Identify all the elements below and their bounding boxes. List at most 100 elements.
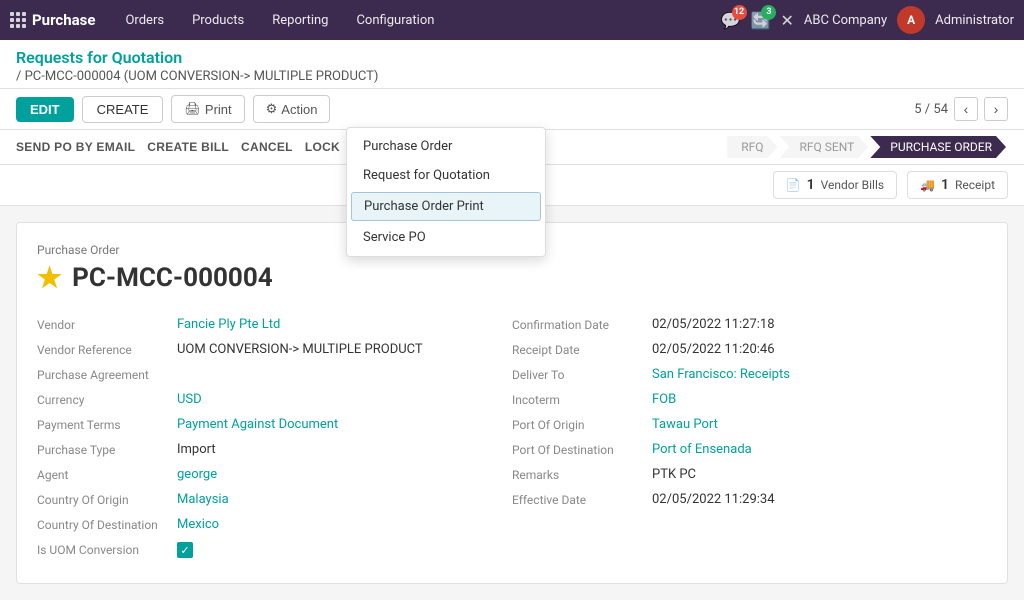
- field-receipt-date: Receipt Date 02/05/2022 11:20:46: [512, 337, 987, 362]
- receipt-button[interactable]: 🚚 1 Receipt: [907, 171, 1008, 199]
- breadcrumb-area: Requests for Quotation / PC-MCC-000004 (…: [0, 40, 1024, 89]
- app-name: Purchase: [32, 11, 95, 29]
- messages-badge: 12: [732, 5, 747, 20]
- close-icon[interactable]: ✕: [780, 11, 793, 30]
- breadcrumb-current: / PC-MCC-000004 (UOM CONVERSION-> MULTIP…: [16, 69, 1008, 84]
- fields-right: Confirmation Date 02/05/2022 11:27:18 Re…: [512, 312, 987, 563]
- edit-button[interactable]: EDIT: [16, 97, 74, 122]
- pagination-prev[interactable]: ‹: [954, 97, 978, 121]
- field-uom-conversion: Is UOM Conversion ✓: [37, 537, 512, 563]
- field-port-destination: Port Of Destination Port of Ensenada: [512, 437, 987, 462]
- action-label: Action: [281, 102, 317, 117]
- star-icon[interactable]: ★: [37, 261, 62, 294]
- field-incoterm: Incoterm FOB: [512, 387, 987, 412]
- avatar[interactable]: A: [897, 6, 925, 34]
- dropdown-purchase-order-print[interactable]: Purchase Order Print: [351, 192, 541, 221]
- messages-icon[interactable]: 💬 12: [721, 11, 741, 30]
- print-button[interactable]: 🖨 Print: [171, 95, 244, 123]
- print-label: Print: [205, 102, 232, 117]
- field-effective-date: Effective Date 02/05/2022 11:29:34: [512, 487, 987, 512]
- vendor-bills-icon: 📄: [786, 178, 801, 192]
- field-confirmation-date: Confirmation Date 02/05/2022 11:27:18: [512, 312, 987, 337]
- uom-conversion-label: Is UOM Conversion: [37, 542, 177, 557]
- print-icon: 🖨: [184, 101, 201, 117]
- receipt-date-label: Receipt Date: [512, 342, 652, 357]
- order-number: PC-MCC-000004: [72, 263, 273, 293]
- status-purchase-order[interactable]: PURCHASE ORDER: [870, 136, 1006, 158]
- country-origin-label: Country Of Origin: [37, 492, 177, 507]
- pagination-text: 5 / 54: [914, 102, 948, 117]
- create-button[interactable]: CREATE: [82, 96, 164, 123]
- field-agent: Agent george: [37, 462, 512, 487]
- field-purchase-type: Purchase Type Import: [37, 437, 512, 462]
- document-card: Purchase Order ★ PC-MCC-000004 Vendor Fa…: [16, 222, 1008, 584]
- main-content: Purchase Order ★ PC-MCC-000004 Vendor Fa…: [0, 206, 1024, 600]
- status-rfq[interactable]: RFQ: [727, 136, 777, 158]
- vendor-bills-label: Vendor Bills: [821, 178, 884, 192]
- top-navigation: Purchase Orders Products Reporting Confi…: [0, 0, 1024, 40]
- currency-value[interactable]: USD: [177, 392, 202, 407]
- deliver-to-value[interactable]: San Francisco: Receipts: [652, 367, 790, 382]
- action-button[interactable]: ⚙ Action: [253, 95, 331, 123]
- incoterm-value[interactable]: FOB: [652, 392, 676, 407]
- nav-configuration[interactable]: Configuration: [344, 7, 446, 34]
- port-destination-label: Port Of Destination: [512, 442, 652, 457]
- confirmation-date-label: Confirmation Date: [512, 317, 652, 332]
- dropdown-purchase-order[interactable]: Purchase Order: [347, 132, 545, 161]
- remarks-value: PTK PC: [652, 467, 696, 482]
- company-name[interactable]: ABC Company: [804, 13, 887, 28]
- breadcrumb-parent[interactable]: Requests for Quotation: [16, 48, 1008, 67]
- nav-products[interactable]: Products: [180, 7, 256, 34]
- send-po-email-button[interactable]: SEND PO BY EMAIL: [16, 138, 135, 156]
- port-destination-value[interactable]: Port of Ensenada: [652, 442, 752, 457]
- payment-terms-value[interactable]: Payment Against Document: [177, 417, 338, 432]
- nav-reporting[interactable]: Reporting: [260, 7, 340, 34]
- field-port-origin: Port Of Origin Tawau Port: [512, 412, 987, 437]
- vendor-value[interactable]: Fancie Ply Pte Ltd: [177, 317, 280, 332]
- status-trail: RFQ RFQ SENT PURCHASE ORDER: [727, 136, 1008, 158]
- status-rfq-sent[interactable]: RFQ SENT: [780, 136, 869, 158]
- confirmation-date-value: 02/05/2022 11:27:18: [652, 317, 775, 332]
- field-currency: Currency USD: [37, 387, 512, 412]
- incoterm-label: Incoterm: [512, 392, 652, 407]
- gear-icon: ⚙: [266, 101, 278, 117]
- pagination-next[interactable]: ›: [984, 97, 1008, 121]
- receipt-date-value: 02/05/2022 11:20:46: [652, 342, 775, 357]
- tasks-icon[interactable]: 🔄 3: [751, 11, 771, 30]
- payment-terms-label: Payment Terms: [37, 417, 177, 432]
- agent-label: Agent: [37, 467, 177, 482]
- nav-right-area: 💬 12 🔄 3 ✕ ABC Company A Administrator: [721, 6, 1014, 34]
- country-origin-value[interactable]: Malaysia: [177, 492, 229, 507]
- nav-orders[interactable]: Orders: [113, 7, 176, 34]
- purchase-agreement-label: Purchase Agreement: [37, 367, 177, 382]
- remarks-label: Remarks: [512, 467, 652, 482]
- agent-value[interactable]: george: [177, 467, 217, 482]
- effective-date-value: 02/05/2022 11:29:34: [652, 492, 775, 507]
- field-vendor: Vendor Fancie Ply Pte Ltd: [37, 312, 512, 337]
- field-deliver-to: Deliver To San Francisco: Receipts: [512, 362, 987, 387]
- field-country-destination: Country Of Destination Mexico: [37, 512, 512, 537]
- cancel-button[interactable]: CANCEL: [241, 138, 293, 156]
- vendor-bills-button[interactable]: 📄 1 Vendor Bills: [773, 171, 897, 199]
- nav-menu: Orders Products Reporting Configuration: [113, 7, 712, 34]
- receipt-count: 1: [941, 177, 949, 193]
- app-logo[interactable]: Purchase: [10, 11, 95, 29]
- create-bill-button[interactable]: CREATE BILL: [147, 138, 229, 156]
- dropdown-service-po[interactable]: Service PO: [347, 223, 545, 252]
- tasks-badge: 3: [761, 5, 776, 20]
- fields-left: Vendor Fancie Ply Pte Ltd Vendor Referen…: [37, 312, 512, 563]
- port-origin-value[interactable]: Tawau Port: [652, 417, 718, 432]
- print-dropdown-menu: Purchase Order Request for Quotation Pur…: [346, 127, 546, 257]
- port-origin-label: Port Of Origin: [512, 417, 652, 432]
- vendor-label: Vendor: [37, 317, 177, 332]
- receipt-icon: 🚚: [920, 178, 935, 192]
- uom-conversion-checkbox[interactable]: ✓: [177, 542, 193, 558]
- vendor-ref-label: Vendor Reference: [37, 342, 177, 357]
- country-destination-value[interactable]: Mexico: [177, 517, 219, 532]
- grid-icon: [10, 12, 26, 28]
- lock-button[interactable]: LOCK: [305, 138, 340, 156]
- vendor-ref-value: UOM CONVERSION-> MULTIPLE PRODUCT: [177, 342, 423, 357]
- dropdown-rfq[interactable]: Request for Quotation: [347, 161, 545, 190]
- fields-grid: Vendor Fancie Ply Pte Ltd Vendor Referen…: [37, 312, 987, 563]
- purchase-type-value: Import: [177, 442, 216, 457]
